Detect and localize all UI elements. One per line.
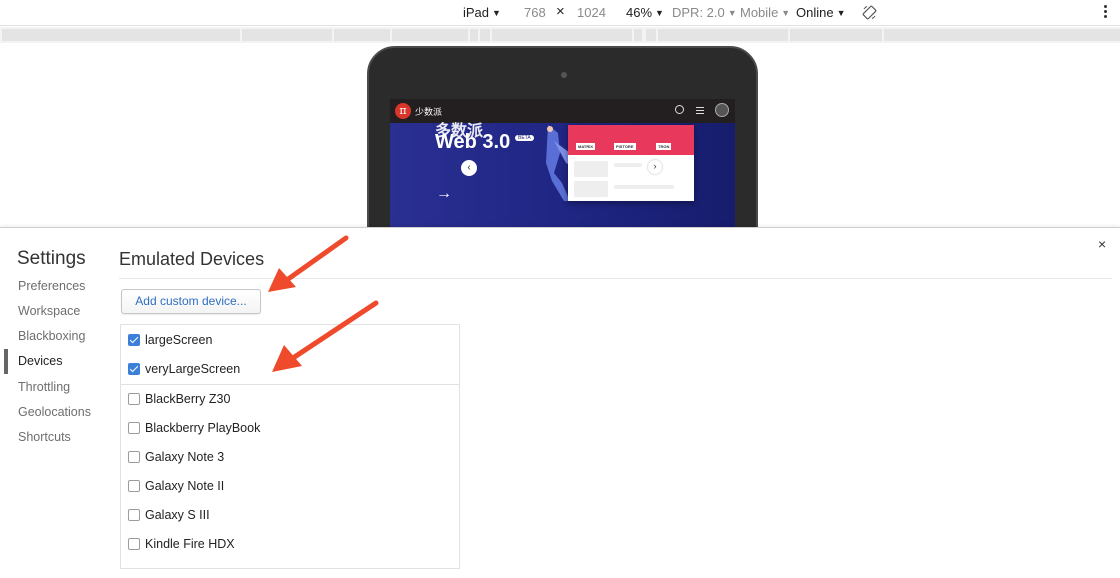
device-checkbox[interactable] bbox=[128, 334, 140, 346]
carousel-prev-button[interactable]: ‹ bbox=[461, 160, 477, 176]
nav-item-preferences[interactable]: Preferences bbox=[18, 279, 85, 293]
nav-item-blackboxing[interactable]: Blackboxing bbox=[18, 329, 85, 343]
nav-item-devices[interactable]: Devices bbox=[18, 354, 62, 368]
panel-header bbox=[568, 125, 694, 155]
emulated-device-list: largeScreen veryLargeScreen BlackBerry Z… bbox=[120, 324, 460, 569]
media-query-bars[interactable] bbox=[0, 27, 1120, 43]
hero-product-panel: MATRIX PISTORE TRON › bbox=[568, 125, 694, 201]
caret-down-icon: ▼ bbox=[781, 8, 791, 18]
device-row[interactable]: veryLargeScreen bbox=[121, 354, 459, 383]
carousel-next-button[interactable]: › bbox=[648, 160, 662, 174]
dimension-separator: × bbox=[556, 3, 565, 20]
dpr-select[interactable]: DPR: 2.0 ▼ bbox=[672, 5, 737, 22]
device-row[interactable]: Galaxy Note 3 bbox=[121, 442, 459, 471]
settings-title: Settings bbox=[17, 248, 86, 269]
nav-item-throttling[interactable]: Throttling bbox=[18, 380, 70, 394]
device-label[interactable]: BlackBerry Z30 bbox=[145, 392, 230, 406]
device-label[interactable]: veryLargeScreen bbox=[145, 362, 240, 376]
media-query-segment[interactable] bbox=[884, 29, 1120, 41]
menu-icon[interactable] bbox=[696, 107, 704, 114]
media-query-segment[interactable] bbox=[470, 29, 478, 41]
nav-item-workspace[interactable]: Workspace bbox=[18, 304, 80, 318]
device-row[interactable]: Galaxy S III bbox=[121, 500, 459, 529]
panel-tab: MATRIX bbox=[576, 143, 596, 150]
nav-item-geolocations[interactable]: Geolocations bbox=[18, 405, 91, 419]
device-label[interactable]: Galaxy Note 3 bbox=[145, 450, 224, 464]
media-query-segment[interactable] bbox=[658, 29, 788, 41]
width-input[interactable]: 768 bbox=[524, 5, 546, 21]
device-toolbar: iPad ▼ 768 × 1024 46% ▼ DPR: 2.0 ▼ Mobile ▼ … bbox=[0, 0, 1120, 26]
hero-title: Web 3.0 bbox=[435, 131, 511, 153]
media-query-segment[interactable] bbox=[634, 29, 642, 41]
section-divider bbox=[119, 278, 1112, 279]
beta-badge: BETA bbox=[515, 135, 534, 141]
user-agent-select[interactable]: Mobile ▼ bbox=[740, 5, 790, 22]
nav-active-indicator bbox=[4, 349, 8, 374]
device-row[interactable]: BlackBerry Z30 bbox=[121, 384, 459, 413]
panel-placeholder bbox=[614, 185, 674, 189]
add-custom-device-button[interactable]: Add custom device... bbox=[121, 289, 261, 314]
panel-placeholder bbox=[574, 161, 608, 177]
caret-down-icon: ▼ bbox=[836, 8, 846, 18]
media-query-segment[interactable] bbox=[2, 29, 240, 41]
panel-placeholder bbox=[614, 163, 642, 167]
nav-item-shortcuts[interactable]: Shortcuts bbox=[18, 430, 71, 444]
panel-tab: PISTORE bbox=[614, 143, 636, 150]
caret-down-icon: ▼ bbox=[492, 8, 501, 18]
device-checkbox[interactable] bbox=[128, 451, 140, 463]
device-checkbox[interactable] bbox=[128, 422, 140, 434]
media-query-segment[interactable] bbox=[492, 29, 632, 41]
more-vert-icon[interactable] bbox=[1100, 4, 1110, 22]
panel-placeholder bbox=[574, 181, 608, 197]
device-label[interactable]: Kindle Fire HDX bbox=[145, 537, 235, 551]
height-input[interactable]: 1024 bbox=[577, 5, 606, 21]
device-label[interactable]: Blackberry PlayBook bbox=[145, 421, 260, 435]
camera-icon bbox=[561, 72, 567, 78]
throttling-select[interactable]: Online ▼ bbox=[796, 5, 846, 22]
media-query-segment[interactable] bbox=[242, 29, 332, 41]
device-select[interactable]: iPad ▼ bbox=[463, 5, 501, 22]
device-row[interactable]: Blackberry PlayBook bbox=[121, 413, 459, 442]
media-query-segment[interactable] bbox=[790, 29, 882, 41]
caret-down-icon: ▼ bbox=[727, 8, 737, 18]
site-logo[interactable]: π bbox=[395, 103, 411, 119]
emulated-screen[interactable]: π 少数派 多数派 Web 3.0 BETA ‹ → MATRIX PISTOR… bbox=[390, 99, 735, 228]
device-checkbox[interactable] bbox=[128, 538, 140, 550]
device-checkbox[interactable] bbox=[128, 509, 140, 521]
device-label[interactable]: Galaxy Note II bbox=[145, 479, 224, 493]
device-viewport-area: π 少数派 多数派 Web 3.0 BETA ‹ → MATRIX PISTOR… bbox=[0, 43, 1120, 228]
zoom-select[interactable]: 46% ▼ bbox=[626, 5, 664, 22]
ipad-frame: π 少数派 多数派 Web 3.0 BETA ‹ → MATRIX PISTOR… bbox=[367, 46, 758, 228]
hero-banner[interactable]: 多数派 Web 3.0 BETA ‹ → MATRIX PISTORE TRON… bbox=[390, 123, 735, 228]
device-label[interactable]: Galaxy S III bbox=[145, 508, 210, 522]
media-query-segment[interactable] bbox=[334, 29, 390, 41]
media-query-segment[interactable] bbox=[392, 29, 468, 41]
device-checkbox[interactable] bbox=[128, 393, 140, 405]
search-icon[interactable] bbox=[675, 105, 684, 114]
media-query-segment[interactable] bbox=[480, 29, 490, 41]
media-query-segment[interactable] bbox=[646, 29, 656, 41]
device-checkbox[interactable] bbox=[128, 480, 140, 492]
panel-tab: TRON bbox=[656, 143, 672, 150]
device-row[interactable]: Kindle Fire HDX bbox=[121, 529, 459, 558]
settings-dialog: Settings Preferences Workspace Blackboxi… bbox=[0, 227, 1120, 578]
section-title: Emulated Devices bbox=[119, 249, 265, 269]
close-icon[interactable]: × bbox=[1098, 236, 1106, 252]
device-label[interactable]: largeScreen bbox=[145, 333, 212, 347]
avatar[interactable] bbox=[715, 103, 729, 117]
device-row[interactable]: Galaxy Note II bbox=[121, 471, 459, 500]
caret-down-icon: ▼ bbox=[655, 8, 664, 18]
device-row[interactable]: largeScreen bbox=[121, 325, 459, 354]
rotate-icon[interactable] bbox=[862, 5, 877, 20]
hero-arrow-icon[interactable]: → bbox=[436, 185, 452, 203]
device-checkbox[interactable] bbox=[128, 363, 140, 375]
